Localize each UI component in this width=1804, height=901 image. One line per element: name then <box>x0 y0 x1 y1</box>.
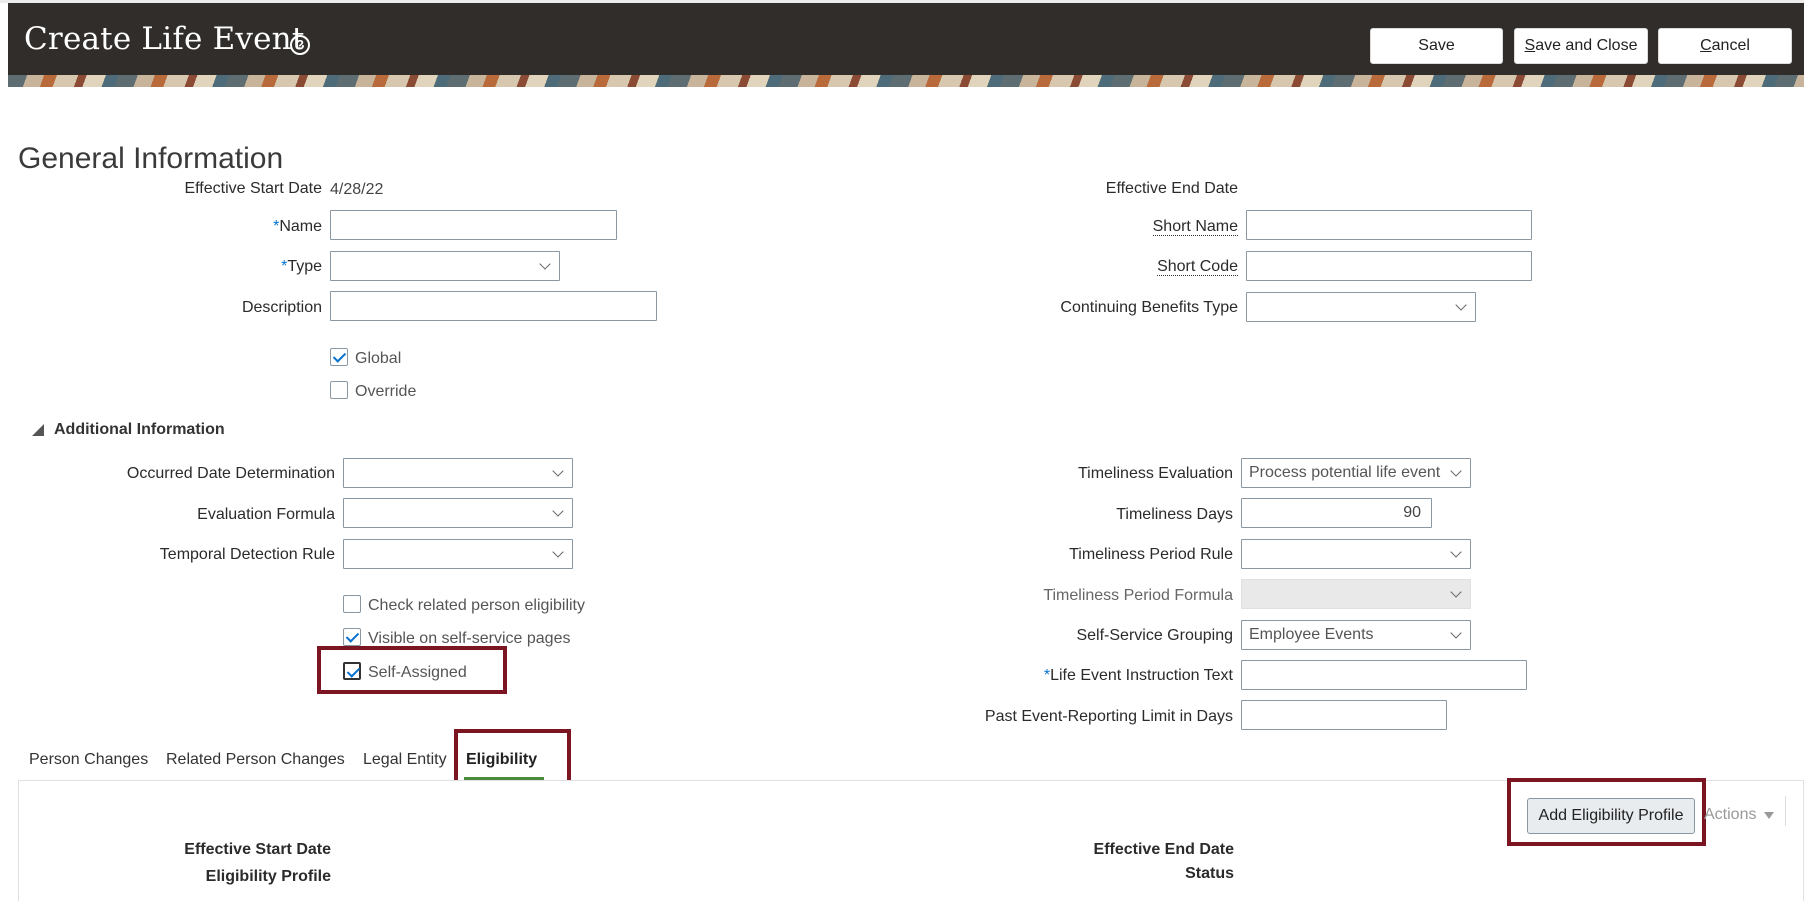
eligibility-status-label: Status <box>1185 865 1234 882</box>
override-checkbox[interactable] <box>330 381 348 399</box>
tab-person-changes[interactable]: Person Changes <box>29 751 148 769</box>
short-name-label: Short Name <box>1152 218 1238 236</box>
chevron-down-icon <box>552 465 564 477</box>
timeliness-period-rule-label: Timeliness Period Rule <box>1069 546 1233 563</box>
life-event-instruction-text-input[interactable] <box>1241 660 1527 690</box>
chevron-down-icon <box>1450 627 1462 639</box>
occurred-date-determination-label: Occurred Date Determination <box>126 465 335 482</box>
chevron-down-icon <box>1450 465 1462 477</box>
self-service-grouping-label: Self-Service Grouping <box>1076 627 1233 644</box>
header-decorative-band <box>8 75 1804 87</box>
disclosure-triangle-icon[interactable] <box>32 424 44 436</box>
past-event-reporting-limit-label: Past Event-Reporting Limit in Days <box>984 708 1233 725</box>
name-label: *Name <box>273 218 322 236</box>
self-service-grouping-value: Employee Events <box>1249 626 1374 643</box>
chevron-down-icon <box>1450 586 1462 598</box>
life-event-instruction-text-label-text: Life Event Instruction Text <box>1050 667 1233 684</box>
eligibility-effective-start-date-label: Effective Start Date <box>184 841 331 858</box>
effective-start-date-label: Effective Start Date <box>184 180 322 197</box>
continuing-benefits-type-select[interactable] <box>1246 292 1476 322</box>
override-label: Override <box>355 383 417 400</box>
actions-menu[interactable]: Actions <box>1704 806 1756 824</box>
page-title: Create Life Event <box>24 21 305 57</box>
type-select[interactable] <box>330 251 560 281</box>
save-and-close-button[interactable]: Save and Close <box>1514 28 1648 64</box>
chevron-down-icon <box>1455 299 1467 311</box>
life-event-instruction-text-label: *Life Event Instruction Text <box>1044 667 1233 685</box>
check-related-person-eligibility-label: Check related person eligibility <box>368 597 585 614</box>
type-label: *Type <box>281 258 322 276</box>
eligibility-profile-label: Eligibility Profile <box>205 868 331 885</box>
timeliness-period-rule-select[interactable] <box>1241 539 1471 569</box>
toolbar-separator <box>1785 796 1786 826</box>
tab-legal-entity[interactable]: Legal Entity <box>363 751 447 769</box>
chevron-down-icon <box>1450 546 1462 558</box>
cancel-button[interactable]: Cancel <box>1658 28 1792 64</box>
timeliness-period-formula-label: Timeliness Period Formula <box>1043 587 1233 604</box>
short-name-label-text: Short Name <box>1152 218 1238 236</box>
occurred-date-determination-select[interactable] <box>343 458 573 488</box>
timeliness-period-formula-select <box>1241 579 1471 609</box>
save-button[interactable]: Save <box>1370 28 1503 64</box>
timeliness-evaluation-label: Timeliness Evaluation <box>1077 465 1233 482</box>
global-label: Global <box>355 350 402 367</box>
additional-information-header[interactable]: Additional Information <box>54 421 225 439</box>
eligibility-effective-end-date-label: Effective End Date <box>1093 841 1234 858</box>
timeliness-days-label: Timeliness Days <box>1116 506 1233 523</box>
highlight-box-eligibility-tab <box>454 729 571 786</box>
short-name-input[interactable] <box>1246 210 1532 240</box>
chevron-down-icon <box>552 546 564 558</box>
help-circle-icon[interactable]: ? <box>290 35 310 55</box>
temporal-detection-rule-label: Temporal Detection Rule <box>159 546 335 563</box>
self-service-grouping-select[interactable]: Employee Events <box>1241 620 1471 650</box>
short-code-input[interactable] <box>1246 251 1532 281</box>
description-label: Description <box>241 299 322 316</box>
highlight-box-self-assigned <box>317 646 507 694</box>
continuing-benefits-type-label: Continuing Benefits Type <box>1060 299 1238 316</box>
short-code-label: Short Code <box>1157 258 1238 276</box>
chevron-down-icon <box>552 505 564 517</box>
timeliness-evaluation-select[interactable]: Process potential life event <box>1241 458 1471 488</box>
evaluation-formula-select[interactable] <box>343 498 573 528</box>
page-header: Create Life Event ? Save Save and Close … <box>8 3 1804 87</box>
effective-start-date-value: 4/28/22 <box>330 181 384 198</box>
timeliness-days-input[interactable]: 90 <box>1241 498 1432 528</box>
highlight-box-add-eligibility-profile <box>1507 778 1706 846</box>
check-related-person-eligibility-checkbox[interactable] <box>343 595 361 613</box>
global-checkbox[interactable] <box>330 348 348 366</box>
short-code-label-text: Short Code <box>1157 258 1238 276</box>
section-title-general: General Information <box>18 142 284 175</box>
type-label-text: Type <box>287 258 322 275</box>
chevron-down-icon <box>539 258 551 270</box>
name-label-text: Name <box>279 218 322 235</box>
effective-end-date-label: Effective End Date <box>1105 180 1238 197</box>
temporal-detection-rule-select[interactable] <box>343 539 573 569</box>
description-input[interactable] <box>330 291 657 321</box>
past-event-reporting-limit-input[interactable] <box>1241 700 1447 730</box>
visible-on-self-service-checkbox[interactable] <box>343 628 361 646</box>
name-input[interactable] <box>330 210 617 240</box>
timeliness-evaluation-value: Process potential life event <box>1249 464 1441 481</box>
tab-related-person-changes[interactable]: Related Person Changes <box>166 751 345 769</box>
caret-down-icon[interactable] <box>1764 812 1774 819</box>
evaluation-formula-label: Evaluation Formula <box>197 506 335 523</box>
